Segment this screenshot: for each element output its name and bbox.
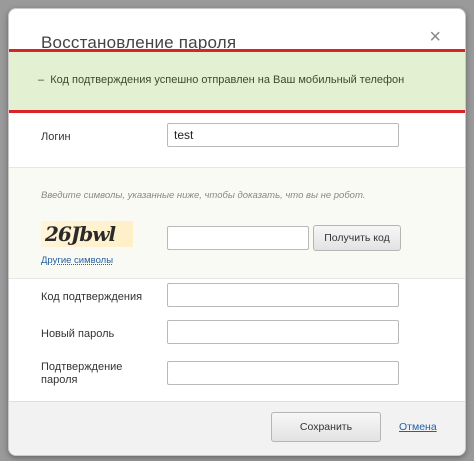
get-code-button[interactable]: Получить код [313,225,401,251]
dialog-footer: Сохранить Отмена [9,401,465,455]
success-message-text: Код подтверждения успешно отправлен на В… [50,74,405,86]
confirm-password-input[interactable] [167,361,399,385]
captcha-hint: Введите символы, указанные ниже, чтобы д… [41,190,366,201]
captcha-input[interactable] [167,226,309,250]
cancel-link[interactable]: Отмена [399,421,437,433]
success-message: – Код подтверждения успешно отправлен на… [38,74,404,86]
confirmation-code-label: Код подтверждения [41,291,143,303]
captcha-image: 26Jbwl [41,221,133,247]
password-recovery-dialog: Восстановление пароля × – Код подтвержде… [8,8,466,456]
close-icon[interactable]: × [429,27,441,47]
success-alert: – Код подтверждения успешно отправлен на… [9,49,465,113]
new-password-input[interactable] [167,320,399,344]
save-button[interactable]: Сохранить [271,412,381,442]
other-symbols-link[interactable]: Другие символы [41,255,113,266]
login-label: Логин [41,131,71,143]
alert-dash-icon: – [38,74,45,86]
confirmation-code-input[interactable] [167,283,399,307]
confirm-password-label: Подтверждение пароля [41,361,123,386]
login-input[interactable] [167,123,399,147]
new-password-label: Новый пароль [41,328,115,340]
captcha-section: Введите символы, указанные ниже, чтобы д… [9,167,465,279]
